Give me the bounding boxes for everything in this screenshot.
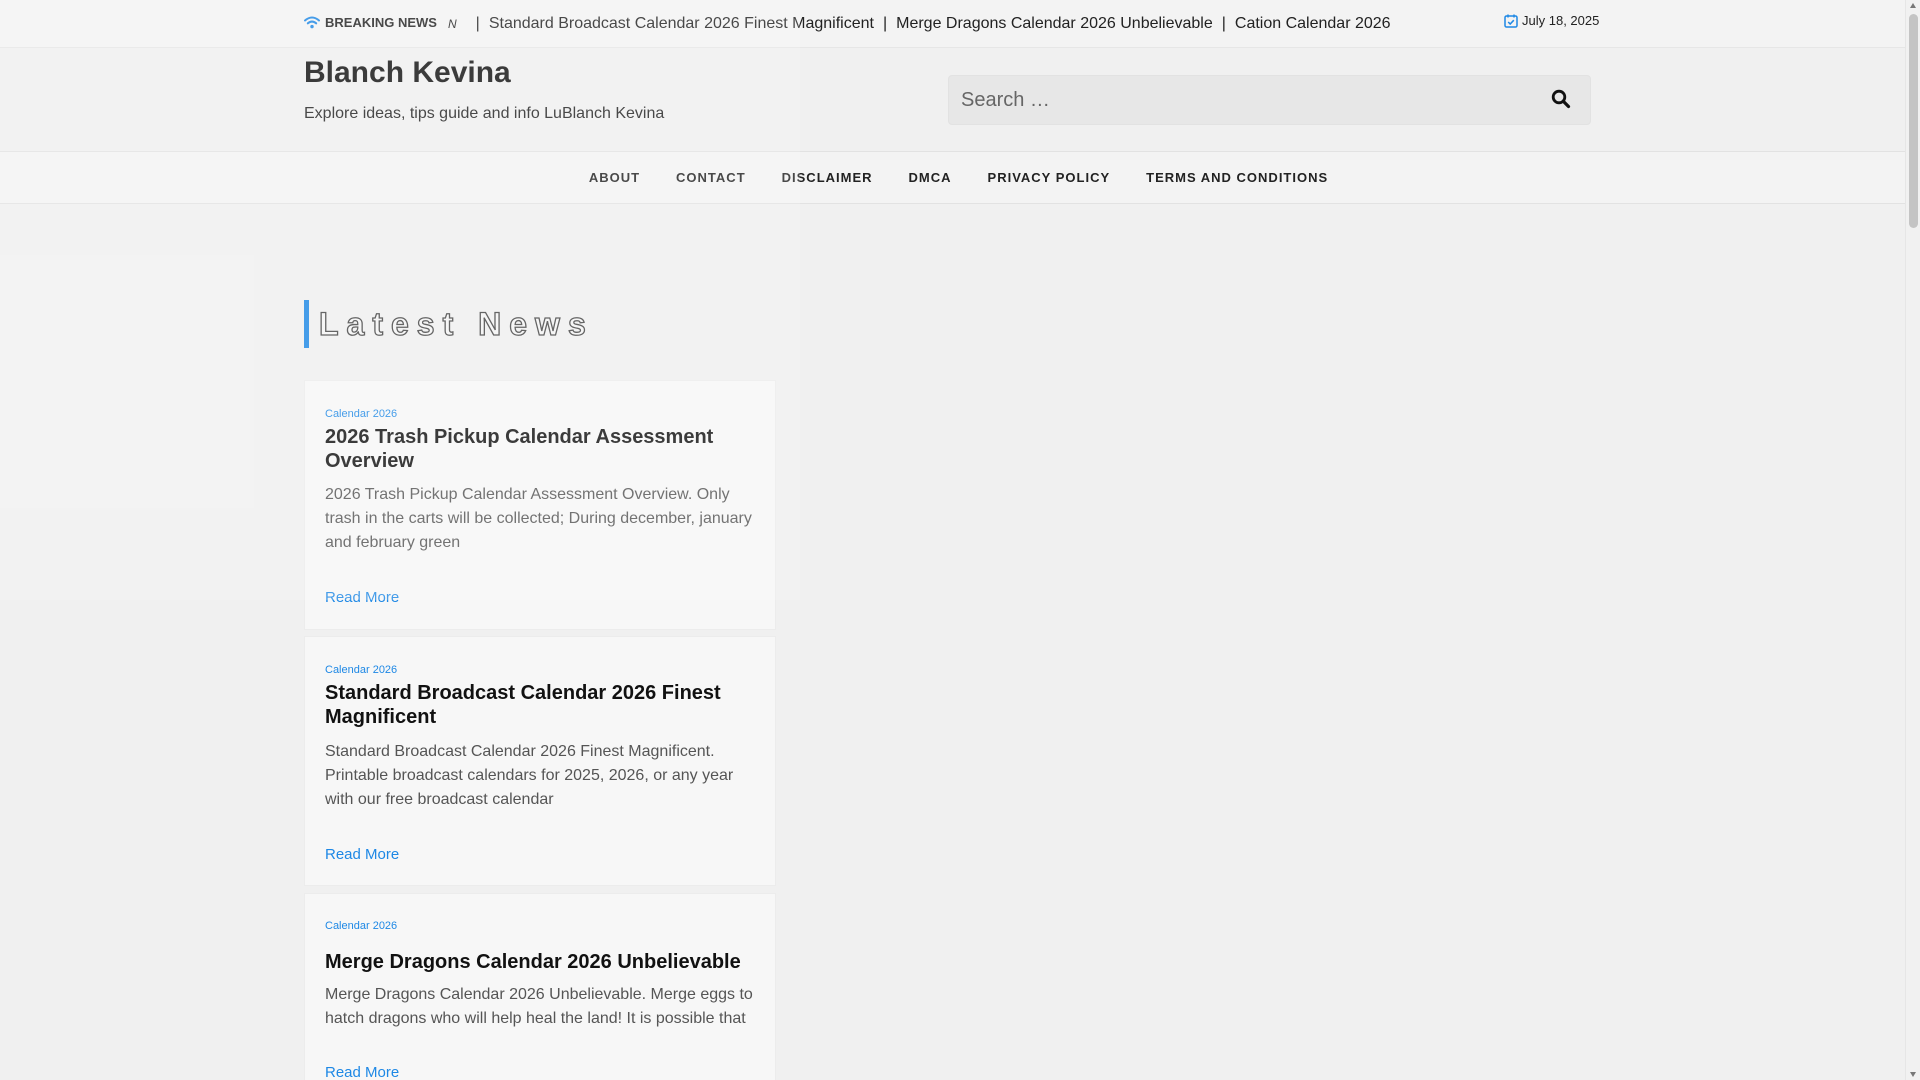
site-header: Blanch Kevina Explore ideas, tips guide … bbox=[0, 48, 1905, 151]
site-title[interactable]: Blanch Kevina bbox=[304, 56, 511, 90]
current-date: July 18, 2025 bbox=[1504, 13, 1599, 28]
search-form bbox=[948, 75, 1591, 125]
post-card: Calendar 2026 Standard Broadcast Calenda… bbox=[304, 636, 776, 886]
post-category[interactable]: Calendar 2026 bbox=[325, 920, 397, 932]
site-tagline: Explore ideas, tips guide and info LuBla… bbox=[304, 105, 665, 122]
post-title[interactable]: Merge Dragons Calendar 2026 Unbelievable bbox=[325, 950, 755, 974]
nav-item-privacy-policy[interactable]: PRIVACY POLICY bbox=[988, 170, 1111, 185]
news-ticker: N | Standard Broadcast Calendar 2026 Fines… bbox=[448, 0, 1448, 48]
breaking-news-text: BREAKING NEWS bbox=[325, 15, 437, 30]
section-title-text: Latest News bbox=[318, 305, 594, 342]
post-card: Calendar 2026 Merge Dragons Calendar 202… bbox=[304, 893, 776, 1080]
post-title[interactable]: 2026 Trash Pickup Calendar Assessment Ov… bbox=[325, 425, 755, 473]
ticker-separator: | bbox=[475, 15, 480, 32]
search-button[interactable] bbox=[1550, 89, 1572, 111]
vertical-scrollbar[interactable] bbox=[1905, 0, 1920, 1080]
scrollbar-thumb[interactable] bbox=[1909, 14, 1918, 228]
date-text: July 18, 2025 bbox=[1522, 13, 1600, 28]
calendar-check-icon bbox=[1504, 14, 1518, 28]
search-icon bbox=[1551, 89, 1571, 109]
search-input[interactable] bbox=[961, 76, 1521, 124]
nav-item-dmca[interactable]: DMCA bbox=[909, 170, 952, 185]
breaking-news-label: BREAKING NEWS bbox=[304, 15, 437, 30]
post-excerpt: 2026 Trash Pickup Calendar Assessment Ov… bbox=[325, 486, 752, 551]
nav-item-terms-and-conditions[interactable]: TERMS AND CONDITIONS bbox=[1146, 170, 1328, 185]
post-category[interactable]: Calendar 2026 bbox=[325, 664, 397, 676]
ticker-item[interactable]: Standard Broadcast Calendar 2026 Finest … bbox=[489, 15, 874, 32]
read-more-link[interactable]: Read More bbox=[325, 589, 399, 606]
top-bar: BREAKING NEWS N | Standard Broadcast Calen… bbox=[0, 0, 1905, 48]
ticker-separator: | bbox=[1221, 15, 1226, 32]
ticker-cut-text: N bbox=[448, 17, 457, 31]
ticker-item[interactable]: Cation Calendar 2026 bbox=[1235, 15, 1391, 32]
section-heading: Latest News bbox=[304, 300, 594, 348]
read-more-link[interactable]: Read More bbox=[325, 846, 399, 863]
post-card: Calendar 2026 2026 Trash Pickup Calendar… bbox=[304, 380, 776, 630]
page: BREAKING NEWS N | Standard Broadcast Calen… bbox=[0, 0, 1905, 1080]
post-excerpt: Merge Dragons Calendar 2026 Unbelievable… bbox=[325, 986, 753, 1027]
read-more-link[interactable]: Read More bbox=[325, 1064, 399, 1080]
ticker-item[interactable]: Merge Dragons Calendar 2026 Unbelievable bbox=[896, 15, 1213, 32]
scroll-up-arrow-icon[interactable] bbox=[1910, 3, 1916, 8]
post-category[interactable]: Calendar 2026 bbox=[325, 408, 397, 420]
nav-item-contact[interactable]: CONTACT bbox=[676, 170, 746, 185]
nav-item-disclaimer[interactable]: DISCLAIMER bbox=[782, 170, 873, 185]
wifi-icon bbox=[304, 16, 320, 29]
main-nav: ABOUT CONTACT DISCLAIMER DMCA PRIVACY PO… bbox=[0, 151, 1905, 204]
nav-item-about[interactable]: ABOUT bbox=[589, 170, 640, 185]
post-excerpt: Standard Broadcast Calendar 2026 Finest … bbox=[325, 743, 734, 808]
ticker-separator: | bbox=[882, 15, 888, 32]
post-title[interactable]: Standard Broadcast Calendar 2026 Finest … bbox=[325, 681, 755, 729]
scroll-down-arrow-icon[interactable] bbox=[1910, 1072, 1916, 1077]
